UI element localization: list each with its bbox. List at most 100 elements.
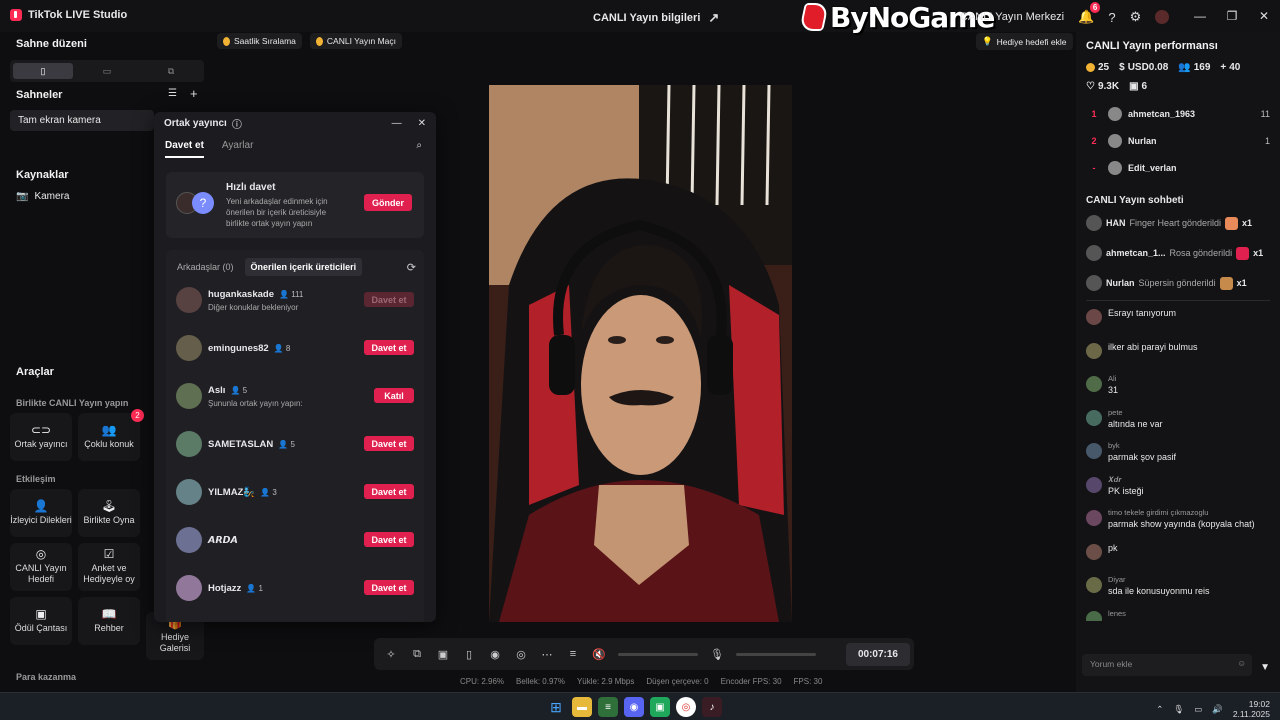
invite-button[interactable]: Davet et [364, 580, 414, 595]
gift-text: Rosa gönderildi [1169, 248, 1233, 258]
play-tool[interactable]: 🕹 Birlikte Oyna [78, 489, 140, 537]
chat-user: lenes [1108, 608, 1126, 618]
close-icon[interactable]: ✕ [418, 118, 426, 129]
rank-row[interactable]: 2 Nurlan 1 [1086, 127, 1270, 154]
multi-badge: 2 [131, 409, 144, 422]
list-icon[interactable]: ☰ [168, 88, 177, 99]
search-icon[interactable]: ⌕ [416, 140, 422, 151]
target-icon: ◎ [35, 547, 47, 561]
tab-friends[interactable]: Arkadaşlar (0) [174, 258, 237, 276]
emoji-icon[interactable]: ☺ [1237, 658, 1246, 668]
fps-stat: FPS: 30 [793, 677, 823, 686]
tab-invite[interactable]: Davet et [165, 140, 204, 158]
comment-input[interactable]: Yorum ekle ☺ [1082, 654, 1252, 676]
help-icon[interactable]: ? [1108, 10, 1115, 25]
creator-name: SAMETASLAN [208, 438, 274, 450]
minimize-icon[interactable]: — [392, 118, 402, 129]
share-icon: ↗ [708, 10, 720, 25]
requests-tool[interactable]: 👤 İzleyici Dilekleri [10, 489, 72, 537]
chat-message: ilker abi parayi bulmus [1076, 341, 1280, 375]
rank-row[interactable]: 1 ahmetcan_1963 11 [1086, 100, 1270, 127]
record-icon[interactable]: ◉ [488, 648, 502, 661]
chrome-icon[interactable]: ◎ [676, 697, 696, 717]
effects-icon[interactable]: ⧉ [410, 648, 424, 661]
network-icon[interactable]: ▭ [1194, 704, 1202, 715]
speaker-muted-icon[interactable]: 🔇 [592, 648, 606, 661]
chevron-up-icon[interactable]: ⌃ [1156, 704, 1163, 715]
minimize-icon[interactable]: — [1184, 0, 1216, 32]
invite-button[interactable]: Davet et [364, 436, 414, 451]
mixer-icon[interactable]: ≡ [566, 648, 580, 660]
terminal-icon[interactable]: ≡ [598, 697, 618, 717]
gift-bag-tool[interactable]: ▣ Ödül Çantası [10, 597, 72, 645]
live-match-pill[interactable]: CANLI Yayın Maçı [309, 33, 403, 49]
microphone-icon[interactable]: 🎙 [710, 648, 724, 661]
creator-row: YILMAZ🧞 👤 3 Davet et [174, 468, 416, 516]
question-icon: ? [192, 192, 214, 214]
gear-icon[interactable]: ⚙ [1130, 9, 1142, 25]
avatar [1086, 510, 1102, 526]
magic-wand-icon[interactable]: ✧ [384, 648, 398, 661]
filter-icon[interactable]: ▼ [1260, 662, 1270, 673]
portrait-layout-icon[interactable]: ▯ [13, 63, 73, 79]
invite-button[interactable]: Davet et [364, 532, 414, 547]
live-center-link[interactable]: CANLI Yayın Merkezi [960, 11, 1064, 23]
live-info-link[interactable]: CANLI Yayın bilgileri ↗ [593, 10, 719, 26]
discord-icon[interactable]: ◉ [624, 697, 644, 717]
monetize-title: Para kazanma [16, 672, 77, 682]
phone-icon[interactable]: ▯ [462, 648, 476, 661]
rank-row[interactable]: - Edit_verlan [1086, 154, 1270, 181]
chat-user: byk [1108, 441, 1120, 450]
scene-item[interactable]: Tam ekran kamera [10, 110, 154, 131]
maximize-icon[interactable]: ❐ [1216, 0, 1248, 32]
cohost-tool[interactable]: ⊂⊃ Ortak yayıncı [10, 413, 72, 461]
top-banners: Saatlik Sıralama CANLI Yayın Maçı [217, 33, 403, 49]
book-icon: 📖 [101, 606, 117, 621]
invite-button[interactable]: Davet et [364, 484, 414, 499]
windows-icon[interactable]: ⊞ [546, 697, 566, 717]
volume-slider[interactable] [618, 652, 698, 656]
avatar [1108, 106, 1122, 121]
multi-layout-icon[interactable]: ⧉ [141, 63, 201, 79]
tool-label: Ortak yayıncı [14, 438, 68, 449]
more-icon[interactable]: ⋯ [540, 648, 554, 661]
speaker-icon[interactable]: 🔊 [1212, 704, 1223, 715]
chat-user: 𝑿𝒅𝒓 [1108, 474, 1122, 484]
people-icon: 👤 [230, 385, 241, 395]
add-icon[interactable]: + [190, 86, 198, 101]
tool-label: Birlikte Oyna [83, 514, 135, 525]
invite-button[interactable]: Davet et [364, 292, 414, 307]
tab-suggested[interactable]: Önerilen içerik üreticileri [244, 258, 363, 276]
send-button[interactable]: Gönder [364, 194, 412, 211]
close-icon[interactable]: ✕ [1248, 0, 1280, 32]
chat-text: pk [1108, 542, 1118, 553]
landscape-layout-icon[interactable]: ▭ [77, 63, 137, 79]
gift-text: Finger Heart gönderildi [1129, 218, 1222, 228]
tool-label: Çoklu konuk [84, 438, 134, 449]
screen-icon[interactable]: ▣ [436, 648, 450, 661]
folder-icon[interactable]: ▬ [572, 697, 592, 717]
poll-tool[interactable]: ☑ Anket ve Hediyeyle oy [78, 543, 140, 591]
app-icon[interactable]: ▣ [650, 697, 670, 717]
multi-guest-tool[interactable]: 2 👥 Çoklu konuk [78, 409, 144, 461]
invite-button[interactable]: Davet et [364, 340, 414, 355]
avatar[interactable] [1155, 10, 1170, 24]
camera-switch-icon[interactable]: ◎ [514, 648, 528, 661]
avatar [1086, 577, 1102, 593]
mic-slider[interactable] [736, 652, 816, 656]
diamonds-value: 25 [1098, 62, 1110, 73]
clock[interactable]: 19:02 2.11.2025 [1233, 699, 1270, 719]
tab-settings[interactable]: Ayarlar [222, 140, 254, 160]
bell-icon[interactable]: 🔔 6 [1078, 2, 1101, 25]
gift-user: ahmetcan_1... [1106, 248, 1166, 258]
source-item[interactable]: 📷 Kamera [16, 191, 69, 202]
goal-tool[interactable]: ◎ CANLI Yayın Hedefi [10, 543, 72, 591]
help-icon[interactable]: ⓘ [232, 116, 242, 131]
invite-button[interactable]: Katıl [374, 388, 414, 403]
refresh-icon[interactable]: ⟳ [407, 261, 416, 274]
hourly-ranking-pill[interactable]: Saatlik Sıralama [217, 33, 302, 49]
guide-tool[interactable]: 📖 Rehber [78, 597, 140, 645]
link-icon: ⊂⊃ [30, 422, 52, 437]
tiktok-icon[interactable]: ♪ [702, 697, 722, 717]
gift-goal-pill[interactable]: 💡 Hediye hedefi ekle [976, 33, 1073, 50]
